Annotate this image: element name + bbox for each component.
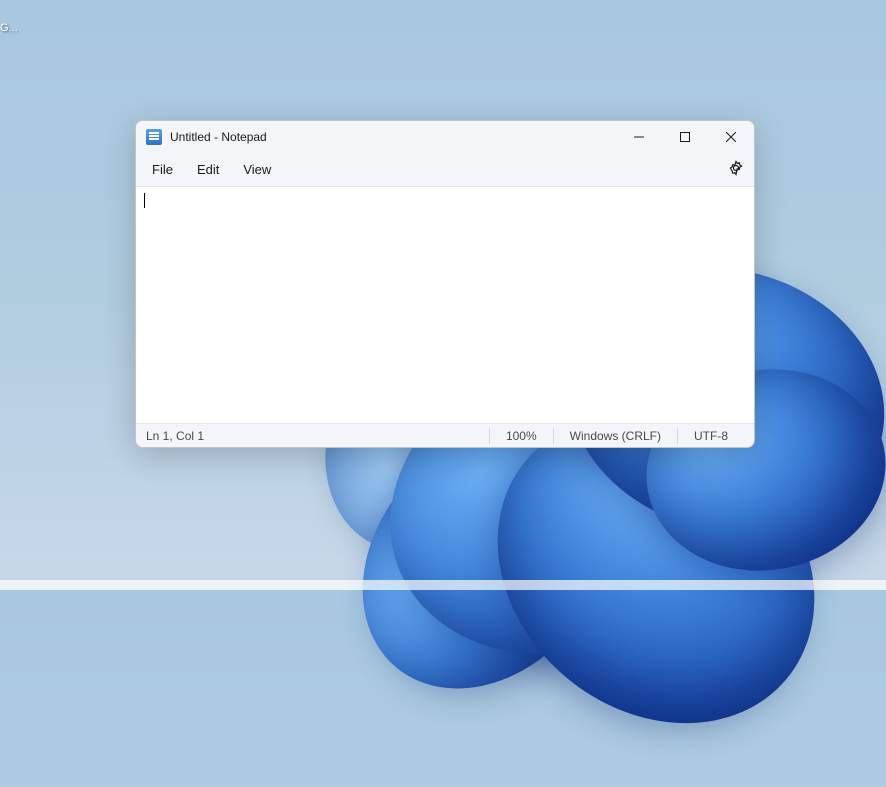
- maximize-button[interactable]: [662, 121, 708, 153]
- status-encoding: UTF-8: [677, 428, 744, 444]
- close-icon: [726, 132, 736, 142]
- statusbar: Ln 1, Col 1 100% Windows (CRLF) UTF-8: [136, 423, 754, 447]
- menu-file[interactable]: File: [140, 156, 185, 183]
- minimize-button[interactable]: [616, 121, 662, 153]
- window-title: Untitled - Notepad: [170, 130, 267, 144]
- menu-edit[interactable]: Edit: [185, 156, 231, 183]
- menubar: File Edit View: [136, 153, 754, 187]
- gear-icon: [728, 160, 744, 176]
- titlebar[interactable]: Untitled - Notepad: [136, 121, 754, 153]
- settings-button[interactable]: [722, 154, 750, 185]
- status-zoom[interactable]: 100%: [489, 428, 553, 444]
- status-line-ending: Windows (CRLF): [553, 428, 677, 444]
- taskbar[interactable]: [0, 580, 886, 590]
- maximize-icon: [680, 132, 690, 142]
- minimize-icon: [634, 132, 644, 142]
- text-editor[interactable]: [136, 187, 754, 423]
- notepad-app-icon: [146, 129, 162, 145]
- status-position: Ln 1, Col 1: [146, 429, 204, 443]
- desktop-icon-label[interactable]: G...: [0, 22, 18, 34]
- text-cursor: [144, 193, 145, 208]
- menu-view[interactable]: View: [231, 156, 283, 183]
- close-button[interactable]: [708, 121, 754, 153]
- notepad-window: Untitled - Notepad File Edit View Ln 1, …: [135, 120, 755, 448]
